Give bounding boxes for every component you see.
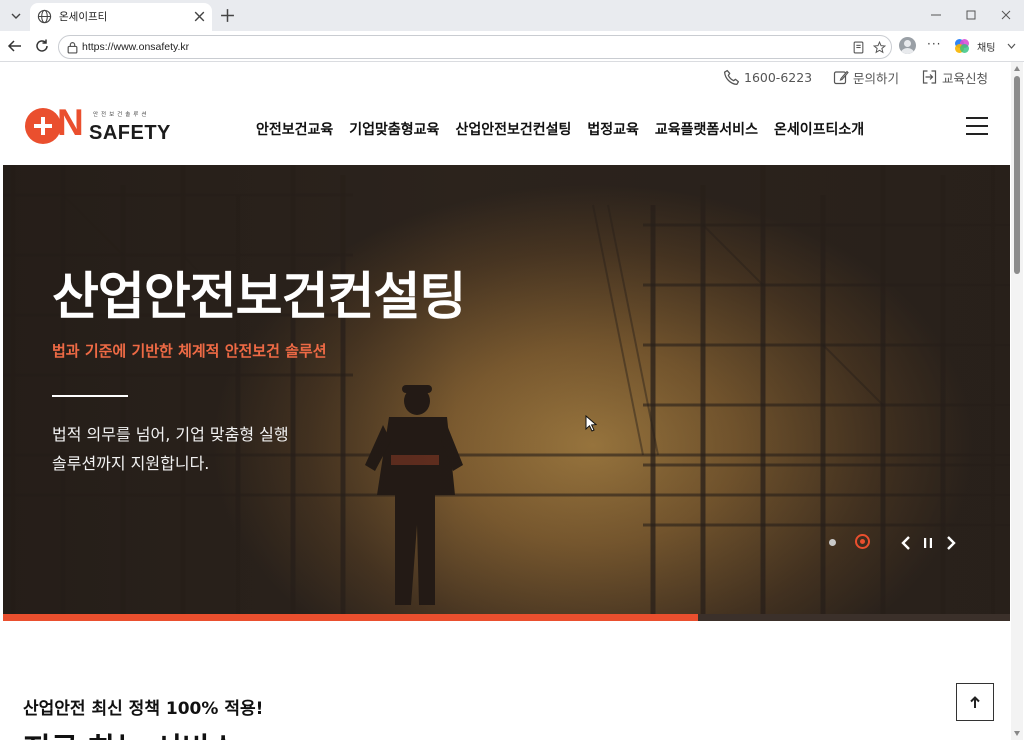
slide-progress-bar <box>3 614 1010 621</box>
hero-slider: 산업안전보건컨설팅 법과 기준에 기반한 체계적 안전보건 솔루션 법적 의무를… <box>3 165 1010 621</box>
slide-dot-2-active[interactable] <box>855 534 870 549</box>
sign-in-icon <box>922 70 937 84</box>
logo-plus-mark <box>25 108 61 144</box>
chevron-down-icon <box>11 13 21 19</box>
inquiry-link[interactable]: 문의하기 <box>833 67 899 87</box>
window-close-icon[interactable] <box>1000 9 1012 21</box>
site-info-icon[interactable] <box>66 41 79 54</box>
inquiry-label: 문의하기 <box>853 70 900 86</box>
browser-tab-strip: 온세이프티 <box>0 0 1024 31</box>
nav-item-consulting[interactable]: 산업안전보건컨설팅 <box>455 119 571 139</box>
globe-icon <box>37 9 52 24</box>
maximize-icon[interactable] <box>965 9 977 21</box>
scrollbar-thumb[interactable] <box>1014 76 1020 274</box>
nav-item-custom-education[interactable]: 기업맞춤형교육 <box>349 119 439 139</box>
menu-icon[interactable] <box>966 117 990 137</box>
apply-link[interactable]: 교육신청 <box>921 67 988 87</box>
back-arrow-icon[interactable] <box>7 38 23 54</box>
main-nav: 안전보건교육 기업맞춤형교육 산업안전보건컨설팅 법정교육 교육플랫폼서비스 온… <box>256 119 880 139</box>
section-heading-cut-off: 지금 하는 서비스 <box>23 724 237 740</box>
chevron-right-icon[interactable] <box>944 535 958 551</box>
tab-title: 온세이프티 <box>59 11 108 23</box>
browser-tab[interactable]: 온세이프티 <box>30 3 212 31</box>
minimize-icon[interactable] <box>930 9 942 21</box>
logo-n: N <box>57 102 84 143</box>
nav-item-about[interactable]: 온세이프티소개 <box>774 119 864 139</box>
tab-list-button[interactable] <box>6 6 26 26</box>
slide-dot-1[interactable] <box>829 539 836 546</box>
profile-avatar[interactable] <box>899 37 916 54</box>
hero-description-line-2: 솔루션까지 지원합니다. <box>52 454 210 473</box>
browser-toolbar: https://www.onsafety.kr ··· 채팅 <box>0 31 1024 62</box>
chevron-down-icon[interactable] <box>1007 43 1016 50</box>
copilot-icon[interactable] <box>954 38 970 54</box>
reload-icon[interactable] <box>34 38 50 54</box>
edit-icon <box>833 70 849 85</box>
scroll-to-top-button[interactable] <box>956 683 994 721</box>
phone-icon <box>723 69 740 85</box>
site-logo[interactable]: N 안전보건솔루션 SAFETY <box>25 102 185 147</box>
hero-title: 산업안전보건컨설팅 <box>52 268 466 327</box>
mouse-cursor-icon <box>585 415 597 432</box>
section-kicker: 산업안전 최신 정책 100% 적용! <box>23 699 264 719</box>
page-scrollbar[interactable] <box>1011 62 1023 740</box>
nav-item-platform-service[interactable]: 교육플랫폼서비스 <box>655 119 758 139</box>
pause-icon[interactable] <box>921 535 935 551</box>
nav-item-safety-education[interactable]: 안전보건교육 <box>256 119 333 139</box>
web-page: 1600-6223 문의하기 교육신청 N 안전보건솔루션 SAFETY 안전보… <box>3 62 1010 740</box>
hero-description: 법적 의무를 넘어, 기업 맞춤형 실행 솔루션까지 지원합니다. <box>52 420 289 478</box>
new-tab-plus-icon[interactable] <box>220 8 235 23</box>
hero-subtitle: 법과 기준에 기반한 체계적 안전보건 솔루션 <box>52 342 327 360</box>
hero-description-line-1: 법적 의무를 넘어, 기업 맞춤형 실행 <box>52 425 289 444</box>
nav-item-legal-education[interactable]: 법정교육 <box>587 119 639 139</box>
reading-mode-icon[interactable] <box>852 41 865 54</box>
logo-tagline: 안전보건솔루션 <box>93 112 150 118</box>
hero-divider <box>52 395 128 397</box>
logo-wordmark: SAFETY <box>89 122 171 144</box>
phone-number: 1600-6223 <box>744 69 813 85</box>
arrow-up-icon <box>970 695 980 708</box>
address-bar[interactable]: https://www.onsafety.kr <box>58 35 892 59</box>
phone-link[interactable]: 1600-6223 <box>723 67 812 87</box>
apply-label: 교육신청 <box>942 70 989 86</box>
copilot-label[interactable]: 채팅 <box>977 39 995 54</box>
more-menu-button[interactable]: ··· <box>927 37 941 51</box>
close-icon[interactable] <box>193 10 206 23</box>
url-text: https://www.onsafety.kr <box>82 41 190 53</box>
star-icon[interactable] <box>873 41 886 54</box>
chevron-left-icon[interactable] <box>899 535 913 551</box>
slide-progress-fill <box>3 614 698 621</box>
